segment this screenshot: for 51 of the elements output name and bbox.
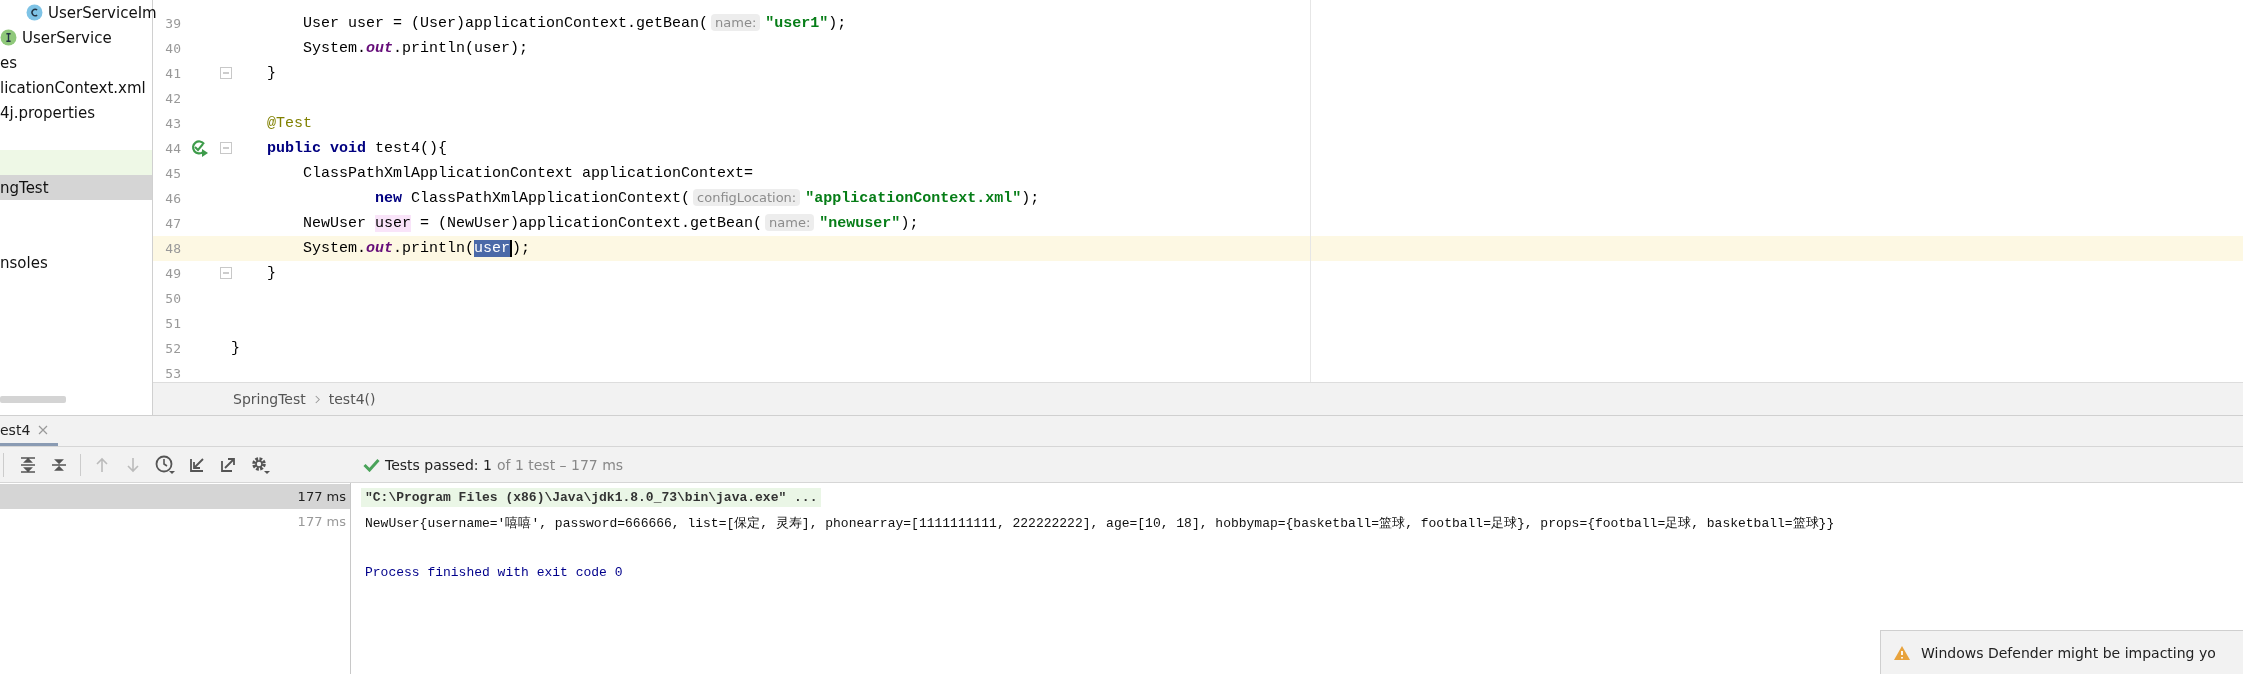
line-number: 51 — [164, 316, 181, 331]
project-tree-item[interactable]: licationContext.xml — [0, 75, 152, 100]
line-number: 46 — [164, 191, 181, 206]
project-tree-item[interactable]: UserService — [0, 25, 152, 50]
project-tree-item[interactable]: nsoles — [0, 250, 152, 275]
breadcrumb[interactable]: SpringTest — [233, 391, 306, 408]
run-tab[interactable]: est4 — [0, 416, 59, 446]
notification-balloon[interactable]: Windows Defender might be impacting yo — [1880, 630, 2243, 674]
code-line: NewUser user = (NewUser)applicationContext.getBean( name: "newuser"); — [302, 215, 919, 232]
class-icon — [26, 4, 43, 21]
code-line: } — [231, 340, 240, 357]
code-line: } — [266, 265, 276, 282]
line-number: 40 — [164, 41, 181, 56]
console-line: NewUser{username='嘻嘻', password=666666, list=[保定, 灵寿], phonearray=[1111111111, 222222222], age=[10, 18], hobbymap={basketball=篮球, football=足球}, props={football=足球, basketball=篮球}} — [365, 514, 1835, 532]
check-icon — [363, 457, 380, 472]
code-line: } — [266, 65, 276, 82]
run-test-icon[interactable] — [191, 139, 209, 157]
code-line: new ClassPathXmlApplicationContext( configLocation: "applicationContext.xml"); — [374, 190, 1040, 207]
line-number: 50 — [164, 291, 181, 306]
line-number: 39 — [164, 16, 181, 31]
close-icon[interactable] — [38, 424, 49, 435]
chevron-icon — [313, 393, 321, 405]
line-number: 48 — [164, 241, 181, 256]
code-line: public void test4(){ — [266, 140, 448, 157]
line-number: 49 — [164, 266, 181, 281]
line-number: 45 — [164, 166, 181, 181]
code-line: System.out.println(user); — [302, 40, 529, 57]
tests-passed-text: Tests passed: 1 — [385, 456, 492, 473]
interface-icon — [0, 29, 17, 46]
test-row[interactable]: 177 ms — [0, 484, 350, 509]
line-number: 47 — [164, 216, 181, 231]
line-number: 41 — [164, 66, 181, 81]
project-tree-item[interactable]: ngTest — [0, 175, 152, 200]
expand-all-icon[interactable] — [18, 454, 38, 475]
line-number: 42 — [164, 91, 181, 106]
code-line: System.out.println(user); — [302, 240, 531, 257]
line-number: 52 — [164, 341, 181, 356]
warning-icon — [1893, 645, 1911, 661]
history-icon[interactable] — [154, 453, 176, 476]
project-tree-item[interactable]: es — [0, 50, 152, 75]
breadcrumb[interactable]: test4() — [328, 391, 376, 408]
line-number: 53 — [164, 366, 181, 381]
line-number: 43 — [164, 116, 181, 131]
line-number: 44 — [164, 141, 181, 156]
test-summary-text: of 1 test – 177 ms — [496, 456, 624, 473]
scrollbar[interactable] — [0, 396, 66, 403]
code-line: User user = (User)applicationContext.getBean( name: "user1"); — [302, 15, 847, 32]
code-line: ClassPathXmlApplicationContext applicationContext= — [302, 165, 754, 182]
console-line: Process finished with exit code 0 — [365, 565, 623, 580]
code-line: @Test — [266, 115, 312, 132]
project-tree-item[interactable]: 4j.properties — [0, 100, 152, 125]
